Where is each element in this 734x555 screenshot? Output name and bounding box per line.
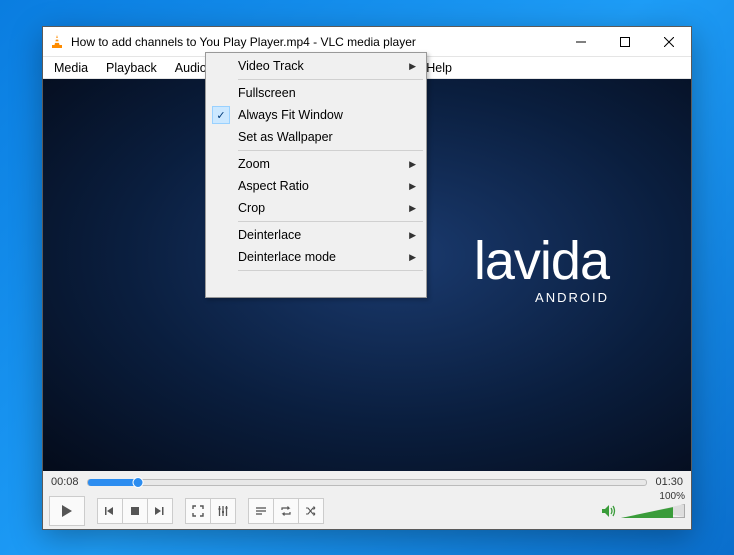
skip-back-icon bbox=[104, 505, 116, 517]
ext-settings-button[interactable] bbox=[210, 498, 236, 524]
time-elapsed: 00:08 bbox=[51, 476, 79, 488]
close-button[interactable] bbox=[647, 27, 691, 56]
shuffle-icon bbox=[305, 505, 317, 517]
menu-separator bbox=[238, 221, 423, 222]
time-total: 01:30 bbox=[655, 476, 683, 488]
close-icon bbox=[664, 37, 674, 47]
seekbar-row: 00:08 01:30 bbox=[43, 471, 691, 493]
menu-item-label: Crop bbox=[238, 201, 265, 215]
menu-item-label: Always Fit Window bbox=[238, 108, 343, 122]
minimize-icon bbox=[576, 37, 586, 47]
seekbar-fill bbox=[88, 479, 138, 486]
window-title: How to add channels to You Play Player.m… bbox=[71, 35, 559, 49]
volume-area: 100% bbox=[601, 502, 685, 520]
stop-button[interactable] bbox=[122, 498, 148, 524]
menu-item-label: Fullscreen bbox=[238, 86, 296, 100]
play-button[interactable] bbox=[49, 496, 85, 526]
minimize-button[interactable] bbox=[559, 27, 603, 56]
sliders-icon bbox=[217, 505, 229, 517]
menu-item-label: Set as Wallpaper bbox=[238, 130, 333, 144]
stop-icon bbox=[129, 505, 141, 517]
window-controls bbox=[559, 27, 691, 56]
menu-item-always-fit-window[interactable]: ✓ Always Fit Window bbox=[208, 104, 424, 126]
volume-fill bbox=[621, 504, 673, 518]
video-overlay-text: lavida ANDROID bbox=[474, 234, 609, 305]
menu-item-deinterlace[interactable]: Deinterlace ▶ bbox=[208, 224, 424, 246]
playlist-icon bbox=[255, 505, 267, 517]
submenu-arrow-icon: ▶ bbox=[409, 230, 416, 241]
video-text-main: lavida bbox=[474, 234, 609, 288]
menu-item-set-as-wallpaper[interactable]: Set as Wallpaper bbox=[208, 126, 424, 148]
vlc-cone-icon bbox=[49, 34, 65, 50]
video-menu-dropdown: Video Track ▶ Fullscreen ✓ Always Fit Wi… bbox=[205, 52, 427, 298]
shuffle-button[interactable] bbox=[298, 498, 324, 524]
menu-separator bbox=[238, 79, 423, 80]
video-text-sub: ANDROID bbox=[474, 290, 609, 305]
play-icon bbox=[60, 504, 74, 518]
submenu-arrow-icon: ▶ bbox=[409, 181, 416, 192]
menu-item-fullscreen[interactable]: Fullscreen bbox=[208, 82, 424, 104]
menu-item-label: Deinterlace mode bbox=[238, 250, 336, 264]
playlist-button[interactable] bbox=[248, 498, 274, 524]
menu-item-label: Deinterlace bbox=[238, 228, 301, 242]
seekbar-knob[interactable] bbox=[132, 477, 143, 488]
submenu-arrow-icon: ▶ bbox=[409, 203, 416, 214]
menu-item-take-snapshot[interactable] bbox=[208, 273, 424, 295]
menu-item-label: Zoom bbox=[238, 157, 270, 171]
volume-slider[interactable]: 100% bbox=[621, 502, 685, 520]
menu-item-video-track[interactable]: Video Track ▶ bbox=[208, 55, 424, 77]
menu-item-label: Aspect Ratio bbox=[238, 179, 309, 193]
menu-item-deinterlace-mode[interactable]: Deinterlace mode ▶ bbox=[208, 246, 424, 268]
submenu-arrow-icon: ▶ bbox=[409, 252, 416, 263]
loop-button[interactable] bbox=[273, 498, 299, 524]
playlist-group bbox=[248, 498, 324, 524]
menu-separator bbox=[238, 150, 423, 151]
prev-button[interactable] bbox=[97, 498, 123, 524]
menu-item-crop[interactable]: Crop ▶ bbox=[208, 197, 424, 219]
menu-item-zoom[interactable]: Zoom ▶ bbox=[208, 153, 424, 175]
next-button[interactable] bbox=[147, 498, 173, 524]
skip-group bbox=[97, 498, 173, 524]
skip-forward-icon bbox=[154, 505, 166, 517]
menu-item-aspect-ratio[interactable]: Aspect Ratio ▶ bbox=[208, 175, 424, 197]
menu-media[interactable]: Media bbox=[45, 57, 97, 78]
menu-playback[interactable]: Playback bbox=[97, 57, 166, 78]
menu-item-label: Video Track bbox=[238, 59, 304, 73]
seekbar[interactable] bbox=[87, 479, 648, 486]
submenu-arrow-icon: ▶ bbox=[409, 61, 416, 72]
fullscreen-icon bbox=[192, 505, 204, 517]
controls-row: 100% bbox=[43, 493, 691, 529]
volume-icon[interactable] bbox=[601, 504, 617, 518]
fullscreen-button[interactable] bbox=[185, 498, 211, 524]
volume-percent: 100% bbox=[659, 491, 685, 502]
loop-icon bbox=[280, 505, 292, 517]
view-group bbox=[185, 498, 236, 524]
checkmark-icon: ✓ bbox=[212, 106, 230, 124]
maximize-icon bbox=[620, 37, 630, 47]
submenu-arrow-icon: ▶ bbox=[409, 159, 416, 170]
menu-separator bbox=[238, 270, 423, 271]
maximize-button[interactable] bbox=[603, 27, 647, 56]
